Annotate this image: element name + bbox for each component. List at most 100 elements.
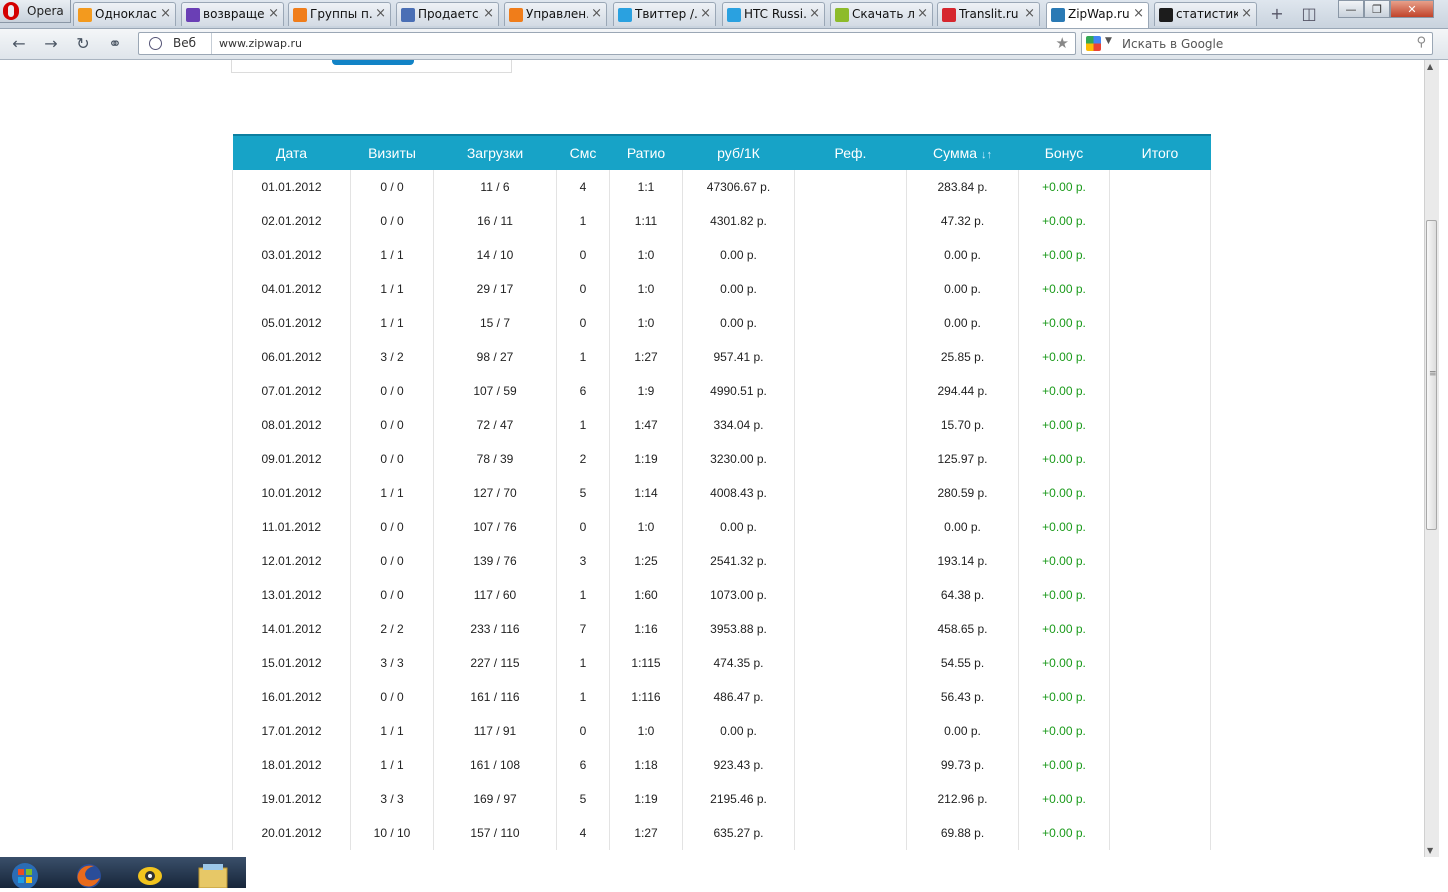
table-cell: 69.88 р.: [906, 816, 1019, 850]
table-cell: [1109, 340, 1211, 374]
table-cell: 0 / 0: [350, 680, 434, 714]
browser-tab[interactable]: Группы п...×: [288, 2, 391, 26]
table-cell: 5: [556, 782, 610, 816]
browser-tab[interactable]: Управлен...×: [504, 2, 607, 26]
column-header-label: Смс: [569, 145, 597, 161]
browser-tab[interactable]: ZipWap.ru ×: [1046, 2, 1149, 28]
vertical-scrollbar[interactable]: ▲ ≡ ▼: [1424, 60, 1439, 857]
close-tab-icon[interactable]: ×: [483, 6, 494, 21]
close-tab-icon[interactable]: ×: [375, 6, 386, 21]
bookmark-star-icon[interactable]: ★: [1056, 34, 1069, 52]
table-cell: +0.00 р.: [1018, 340, 1110, 374]
search-field[interactable]: ▼ Искать в Google ⚲: [1081, 32, 1433, 55]
close-tab-icon[interactable]: ×: [591, 6, 602, 21]
table-cell: +0.00 р.: [1018, 476, 1110, 510]
table-cell: 0: [556, 306, 610, 340]
minimize-button[interactable]: —: [1338, 0, 1364, 18]
table-cell: 283.84 р.: [906, 170, 1019, 204]
column-header: Итого: [1109, 134, 1211, 170]
close-tab-icon[interactable]: ×: [700, 6, 711, 21]
table-cell: [1109, 476, 1211, 510]
close-tab-icon[interactable]: ×: [1024, 6, 1035, 21]
tab-favicon-icon: [401, 8, 415, 22]
browser-tab[interactable]: Translit.ru ...×: [937, 2, 1040, 26]
restore-button[interactable]: ❐: [1364, 0, 1390, 18]
table-cell: 2 / 2: [350, 612, 434, 646]
browser-tab[interactable]: Скачать л...×: [830, 2, 933, 26]
tab-favicon-icon: [942, 8, 956, 22]
browser-tab[interactable]: HTC Russi...×: [722, 2, 825, 26]
column-header: Ратио: [609, 134, 683, 170]
search-placeholder[interactable]: Искать в Google: [1122, 37, 1223, 51]
browser-tab[interactable]: Одноклас...×: [73, 2, 176, 26]
close-tab-icon[interactable]: ×: [268, 6, 279, 21]
close-window-button[interactable]: ✕: [1390, 0, 1434, 18]
close-tab-icon[interactable]: ×: [809, 6, 820, 21]
qip-icon[interactable]: [133, 860, 167, 888]
table-cell: [1109, 646, 1211, 680]
table-cell: 14 / 10: [433, 238, 557, 272]
table-cell: 01.01.2012: [232, 170, 351, 204]
table-cell: 1 / 1: [350, 714, 434, 748]
table-cell: 161 / 108: [433, 748, 557, 782]
trash-icon[interactable]: ◫: [1297, 4, 1321, 24]
table-row: 05.01.2012 1 / 1 15 / 7 0 1:0 0.00 р. 0.00 р. +…: [232, 306, 1211, 340]
close-tab-icon[interactable]: ×: [160, 6, 171, 21]
tab-title: возвраще...: [203, 7, 265, 21]
table-cell: 25.85 р.: [906, 340, 1019, 374]
table-cell: 1:19: [609, 442, 683, 476]
table-cell: 3953.88 р.: [682, 612, 795, 646]
table-cell: [1109, 204, 1211, 238]
table-cell: 2541.32 р.: [682, 544, 795, 578]
url-text[interactable]: www.zipwap.ru: [219, 37, 302, 50]
chevron-down-icon[interactable]: ▼: [1105, 36, 1112, 46]
column-header: Реф.: [794, 134, 907, 170]
table-cell: 923.43 р.: [682, 748, 795, 782]
column-header-label: Бонус: [1044, 145, 1084, 161]
table-cell: [1109, 748, 1211, 782]
explorer-folder-icon[interactable]: [195, 860, 229, 889]
firefox-icon[interactable]: [72, 860, 106, 888]
reload-icon[interactable]: ↻: [72, 34, 94, 54]
browser-tab[interactable]: Твиттер /...×: [613, 2, 716, 26]
sort-arrows-icon[interactable]: ↓↑: [981, 149, 992, 161]
table-cell: 0.00 р.: [682, 306, 795, 340]
table-cell: 0 / 0: [350, 204, 434, 238]
table-cell: 0 / 0: [350, 408, 434, 442]
table-cell: 12.01.2012: [232, 544, 351, 578]
table-cell: [794, 544, 907, 578]
windows-start-icon[interactable]: [8, 860, 42, 889]
scrollbar-thumb[interactable]: ≡: [1426, 220, 1437, 530]
table-cell: [794, 306, 907, 340]
forward-arrow-icon[interactable]: →: [40, 34, 62, 54]
scroll-up-icon[interactable]: ▲: [1427, 62, 1433, 71]
search-icon[interactable]: ⚲: [1416, 35, 1426, 50]
column-header[interactable]: Сумма ↓↑: [906, 134, 1019, 170]
opera-menu-button[interactable]: Opera: [0, 0, 71, 23]
google-icon[interactable]: [1086, 36, 1101, 51]
browser-tab[interactable]: Продаетс...×: [396, 2, 499, 26]
key-icon[interactable]: ⚭: [104, 34, 126, 54]
scroll-down-icon[interactable]: ▼: [1427, 846, 1433, 855]
show-button[interactable]: [332, 60, 414, 65]
tab-favicon-icon: [78, 8, 92, 22]
close-tab-icon[interactable]: ×: [1241, 6, 1252, 21]
tab-title: Группы п...: [310, 7, 372, 21]
tab-favicon-icon: [835, 8, 849, 22]
tab-favicon-icon: [509, 8, 523, 22]
browser-tab[interactable]: статистик...×: [1154, 2, 1257, 26]
table-cell: 06.01.2012: [232, 340, 351, 374]
browser-tab[interactable]: возвраще...×: [181, 2, 284, 26]
new-tab-button[interactable]: +: [1265, 4, 1289, 24]
address-field[interactable]: Веб www.zipwap.ru ★: [138, 32, 1076, 55]
close-tab-icon[interactable]: ×: [917, 6, 928, 21]
table-cell: 56.43 р.: [906, 680, 1019, 714]
close-tab-icon[interactable]: ×: [1133, 6, 1144, 21]
table-cell: 0: [556, 272, 610, 306]
back-arrow-icon[interactable]: ←: [8, 34, 30, 54]
table-cell: 0.00 р.: [682, 510, 795, 544]
table-cell: 10.01.2012: [232, 476, 351, 510]
column-header: руб/1К: [682, 134, 795, 170]
table-cell: 7: [556, 612, 610, 646]
table-row: 11.01.2012 0 / 0 107 / 76 0 1:0 0.00 р. 0.00 р…: [232, 510, 1211, 544]
